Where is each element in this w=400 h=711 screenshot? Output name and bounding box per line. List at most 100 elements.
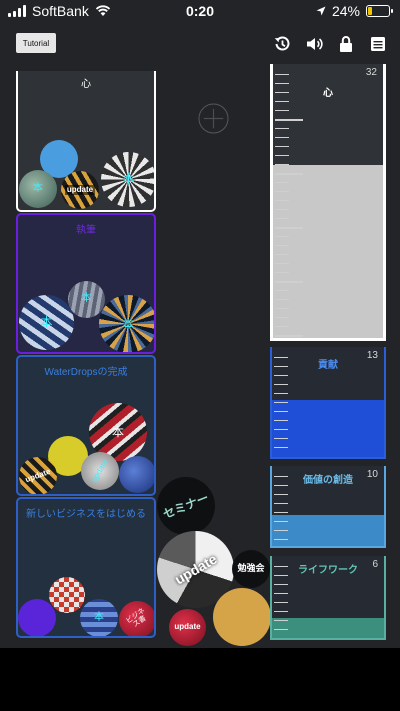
ball-study-group[interactable]: 勉強会 bbox=[232, 550, 270, 588]
gauge-tick bbox=[274, 420, 288, 421]
gauge-tick bbox=[275, 173, 303, 175]
ball-book-gold[interactable]: 本 bbox=[99, 295, 154, 352]
gauge-value-creation[interactable]: 10 価値の創造 bbox=[270, 466, 386, 548]
gauge-tick bbox=[274, 429, 288, 430]
ball-book-silver[interactable]: 本 bbox=[101, 152, 154, 207]
ball-label: 本 bbox=[121, 316, 134, 331]
ball-label: 本 bbox=[33, 182, 43, 194]
ball-business-book[interactable]: ビジネス書 bbox=[119, 601, 154, 636]
gauge-label: 価値の創造 bbox=[303, 475, 353, 486]
ball-update-stripes[interactable]: update bbox=[19, 457, 57, 494]
gauge-tick bbox=[275, 74, 289, 75]
ball-label: 本 bbox=[40, 315, 53, 330]
gauge-tick bbox=[274, 402, 288, 403]
gauge-tick bbox=[275, 254, 289, 255]
gauge-tick bbox=[275, 308, 289, 309]
ball-book-gray[interactable]: 本 bbox=[68, 281, 105, 318]
gauge-tick bbox=[275, 119, 303, 121]
gauge-tick bbox=[274, 494, 288, 495]
ball-checker[interactable] bbox=[49, 577, 85, 613]
ball-label: 本 bbox=[81, 293, 92, 305]
plus-circle-icon[interactable] bbox=[198, 103, 229, 134]
container-label: 心 bbox=[81, 79, 91, 90]
ball-label: 本 bbox=[122, 172, 135, 187]
gauge-tick bbox=[275, 182, 289, 183]
battery-level bbox=[368, 7, 373, 15]
ball-label: セミナー bbox=[160, 490, 211, 522]
bottom-bar bbox=[0, 648, 400, 711]
gauge-tick bbox=[274, 447, 288, 448]
gauge-label: ライフワーク bbox=[298, 565, 358, 576]
ball-book-green[interactable]: 本 bbox=[19, 170, 57, 208]
ball-gold[interactable] bbox=[213, 588, 271, 646]
gauge-tick bbox=[274, 539, 288, 540]
gauge-tick bbox=[274, 629, 288, 630]
gauge-value: 32 bbox=[365, 67, 377, 78]
gauge-tick bbox=[274, 393, 288, 394]
gauge-tick bbox=[275, 335, 303, 337]
ball-label: ビジネス書 bbox=[124, 607, 148, 630]
gauge-tick bbox=[274, 438, 288, 439]
ball-book-navy[interactable]: 本 bbox=[19, 295, 74, 350]
ball-blue-dark[interactable] bbox=[119, 456, 154, 493]
gauge-tick bbox=[275, 164, 289, 165]
ball-seminar[interactable]: セミナー bbox=[157, 477, 215, 535]
menu-icon[interactable] bbox=[368, 34, 388, 54]
gauge-tick bbox=[275, 326, 289, 327]
ball-label: update bbox=[89, 457, 110, 484]
gauge-tick bbox=[275, 272, 289, 273]
gauge-heart[interactable]: 32 心 bbox=[270, 64, 386, 341]
gauge-tick bbox=[275, 281, 303, 283]
gauge-tick bbox=[274, 530, 288, 531]
tutorial-button[interactable]: Tutorial bbox=[16, 33, 56, 53]
gauge-tick bbox=[274, 611, 288, 612]
gauge-tick bbox=[275, 155, 289, 156]
gauge-tick bbox=[275, 209, 289, 210]
gauge-label: 貢献 bbox=[318, 360, 338, 371]
ball-purple[interactable] bbox=[18, 599, 56, 636]
app-screen: SoftBank 0:20 24% Tutorial 心 本 update 本 … bbox=[0, 0, 400, 648]
ball-label: update bbox=[23, 466, 52, 485]
history-icon[interactable] bbox=[272, 34, 292, 54]
battery-icon bbox=[366, 5, 393, 17]
gauge-tick bbox=[275, 200, 289, 201]
gauge-contribution[interactable]: 13 貢献 bbox=[270, 347, 386, 459]
gauge-tick bbox=[275, 236, 289, 237]
gauge-lifework[interactable]: 6 ライフワーク bbox=[270, 556, 386, 640]
gauge-tick bbox=[275, 227, 303, 229]
volume-icon[interactable] bbox=[305, 34, 325, 54]
container-writing[interactable]: 執筆 本 本 本 bbox=[16, 213, 156, 354]
gauge-tick bbox=[275, 218, 289, 219]
location-arrow-icon bbox=[316, 6, 326, 16]
gauge-ticks bbox=[273, 64, 303, 338]
gauge-tick bbox=[275, 146, 289, 147]
ball-label: update bbox=[171, 550, 220, 588]
container-label: 新しいビジネスをはじめる bbox=[26, 509, 146, 520]
ball-update[interactable]: update bbox=[61, 171, 99, 209]
ball-update-gray[interactable]: update bbox=[81, 452, 119, 490]
gauge-tick bbox=[275, 101, 289, 102]
container-new-business[interactable]: 新しいビジネスをはじめる 本 ビジネス書 bbox=[16, 497, 156, 638]
gauge-label: 心 bbox=[323, 88, 333, 99]
gauge-tick bbox=[275, 137, 289, 138]
gauge-tick bbox=[274, 411, 288, 412]
gauge-tick bbox=[275, 299, 289, 300]
ball-book-blue[interactable]: 本 bbox=[80, 599, 118, 636]
lock-icon[interactable] bbox=[336, 34, 356, 54]
gauge-tick bbox=[275, 128, 289, 129]
gauge-tick bbox=[274, 375, 288, 376]
gauge-tick bbox=[275, 290, 289, 291]
ball-label: 勉強会 bbox=[237, 563, 265, 574]
status-bar: SoftBank 0:20 24% bbox=[0, 0, 400, 24]
gauge-tick bbox=[275, 245, 289, 246]
ball-update-red[interactable]: update bbox=[169, 609, 206, 646]
container-waterdrops[interactable]: WaterDropsの完成 本 update update bbox=[16, 355, 156, 496]
ball-label: update bbox=[64, 184, 96, 196]
gauge-tick bbox=[274, 503, 288, 504]
ball-label: 本 bbox=[94, 611, 104, 623]
gauge-tick bbox=[275, 110, 289, 111]
battery-percent: 24% bbox=[331, 3, 360, 19]
container-label: WaterDropsの完成 bbox=[44, 367, 128, 378]
container-heart[interactable]: 心 本 update 本 bbox=[16, 71, 156, 212]
gauge-tick bbox=[274, 620, 288, 621]
